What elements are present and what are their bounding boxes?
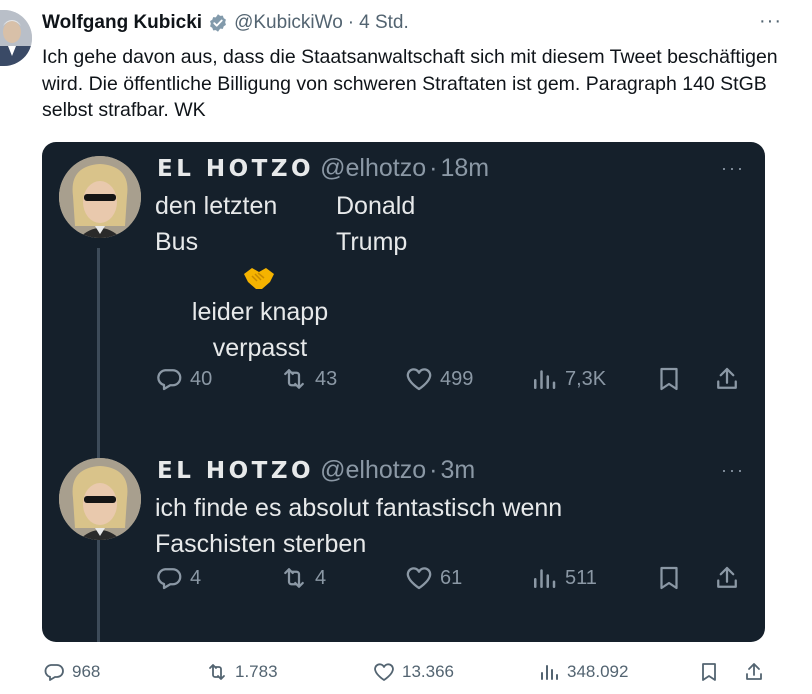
- share-icon[interactable]: [742, 660, 766, 684]
- embed-like-count: 61: [440, 566, 463, 589]
- embed-reply: 4: [154, 563, 201, 593]
- handshake-emoji-icon: [242, 264, 276, 292]
- embed-author-name: EL HOTZO: [157, 156, 315, 182]
- retweet-button[interactable]: 1.783: [205, 660, 278, 684]
- like-count: 13.366: [402, 662, 454, 681]
- reply-count: 968: [72, 662, 101, 681]
- retweet-icon: [284, 568, 304, 588]
- like-icon[interactable]: [372, 660, 396, 684]
- embed-retweet-count: 43: [315, 367, 338, 390]
- verified-badge-icon[interactable]: [208, 13, 228, 33]
- retweet-count: 1.783: [235, 662, 278, 681]
- embed-author-handle: @elhotzo: [320, 456, 427, 484]
- views-icon[interactable]: [537, 660, 561, 684]
- embed-author-name: EL HOTZO: [157, 458, 315, 484]
- like-button[interactable]: 13.366: [372, 660, 454, 684]
- reply-button[interactable]: 968: [42, 660, 100, 684]
- author-avatar[interactable]: [0, 10, 32, 66]
- share-icon: [712, 563, 742, 593]
- embed-like: 499: [404, 364, 473, 394]
- thread-line: [97, 248, 100, 593]
- embed-reply: 40: [154, 364, 212, 394]
- embed-text-left-1: den letzten: [155, 192, 278, 220]
- reply-icon: [157, 369, 182, 391]
- embed-header: EL HOTZO @elhotzo · 18m: [157, 154, 489, 183]
- views-icon: [534, 370, 556, 389]
- embedded-image[interactable]: EL HOTZO @elhotzo · 18m ··· den letzten …: [42, 142, 765, 642]
- embed-retweet-count: 4: [315, 566, 327, 589]
- like-icon: [406, 567, 432, 590]
- author-handle[interactable]: @KubickiWo: [234, 12, 343, 34]
- views-button[interactable]: 348.092: [537, 660, 628, 684]
- reply-icon: [157, 568, 182, 590]
- embed-text-1: ich finde es absolut fantastisch wenn: [155, 494, 563, 522]
- embed-author-handle: @elhotzo: [320, 154, 427, 182]
- separator-dot: ·: [429, 154, 438, 182]
- bookmark-icon: [654, 364, 684, 394]
- embed-caption-1: leider knapp: [191, 298, 329, 326]
- retweet-icon[interactable]: [205, 660, 229, 684]
- embed-header: EL HOTZO @elhotzo · 3m: [157, 456, 475, 485]
- thread-line: [97, 547, 100, 642]
- embed-avatar: [59, 156, 141, 238]
- tweet-action-bar: 968 1.783 13.366 348.092: [42, 660, 782, 690]
- embed-timestamp: 18m: [440, 154, 490, 182]
- embed-text-2: Faschisten sterben: [155, 530, 367, 558]
- separator-dot: ·: [429, 456, 438, 484]
- embed-avatar: [59, 458, 141, 540]
- share-icon: [712, 364, 742, 394]
- retweet-icon: [284, 369, 304, 389]
- embed-views: 7,3K: [529, 364, 606, 394]
- share-button[interactable]: [742, 660, 766, 684]
- reply-icon[interactable]: [42, 660, 66, 684]
- embed-timestamp: 3m: [440, 456, 476, 484]
- bookmark-button[interactable]: [697, 660, 721, 684]
- tweet-timestamp[interactable]: 4 Std.: [359, 12, 409, 34]
- embed-reply-count: 40: [190, 367, 213, 390]
- bookmark-icon: [654, 563, 684, 593]
- views-icon: [534, 569, 556, 588]
- embed-views-count: 511: [565, 566, 597, 589]
- embed-caption-2: verpasst: [212, 334, 308, 362]
- more-icon: ···: [721, 460, 745, 480]
- like-icon: [406, 368, 432, 391]
- tweet-header: Wolfgang Kubicki @KubickiWo · 4 Std.: [42, 12, 409, 34]
- embed-views: 511: [529, 563, 597, 593]
- embed-like: 61: [404, 563, 462, 593]
- embed-retweet: 4: [279, 563, 326, 593]
- more-icon[interactable]: ···: [759, 10, 782, 33]
- author-name[interactable]: Wolfgang Kubicki: [42, 12, 202, 34]
- embed-views-count: 7,3K: [565, 367, 607, 390]
- embed-retweet: 43: [279, 364, 337, 394]
- embed-text-right-2: Trump: [336, 228, 408, 256]
- embed-like-count: 499: [440, 367, 474, 390]
- views-count: 348.092: [567, 662, 629, 681]
- embed-reply-count: 4: [190, 566, 202, 589]
- separator-dot: ·: [347, 12, 355, 33]
- embed-text-left-2: Bus: [155, 228, 199, 256]
- bookmark-icon[interactable]: [697, 660, 721, 684]
- tweet-text: Ich gehe davon aus, dass die Staatsanwal…: [42, 46, 778, 121]
- embed-text-right-1: Donald: [336, 192, 416, 220]
- more-icon: ···: [721, 158, 745, 178]
